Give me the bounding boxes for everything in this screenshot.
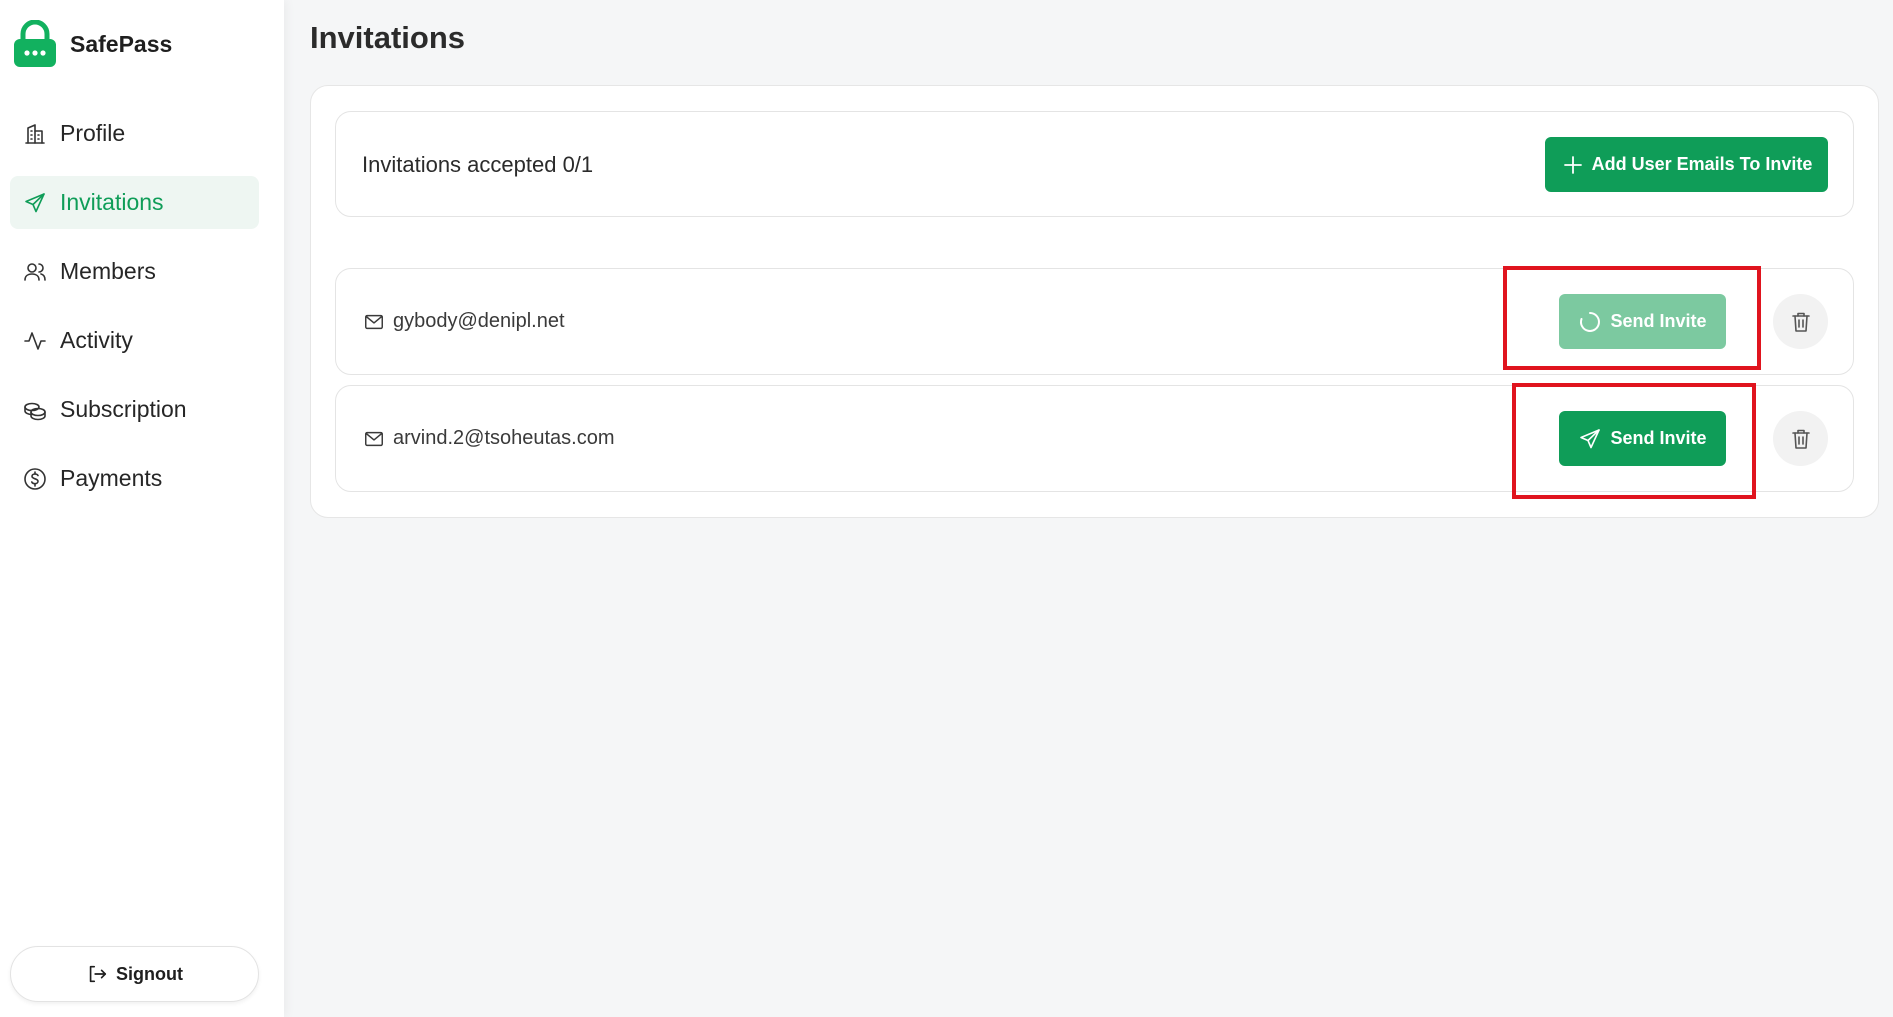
- trash-icon: [1791, 429, 1810, 449]
- activity-icon: [24, 331, 46, 350]
- sidebar-nav: Profile Invitations Members Activity Sub…: [10, 107, 259, 521]
- sidebar-item-profile[interactable]: Profile: [10, 107, 259, 160]
- signout-button[interactable]: Signout: [10, 946, 259, 1002]
- add-user-emails-button[interactable]: Add User Emails To Invite: [1545, 137, 1828, 192]
- building-icon: [25, 123, 45, 144]
- sidebar-item-subscription[interactable]: Subscription: [10, 383, 259, 436]
- trash-icon: [1791, 312, 1810, 332]
- sidebar-item-label: Activity: [60, 327, 133, 353]
- sidebar-item-label: Profile: [60, 120, 126, 146]
- delete-invite-button[interactable]: [1773, 294, 1828, 349]
- invite-email-text: gybody@denipl.net: [393, 310, 565, 332]
- invite-row: arvind.2@tsoheutas.com Send Invite: [335, 385, 1854, 492]
- lock-icon: [14, 20, 56, 67]
- plus-icon: [1563, 155, 1582, 174]
- log-out-icon: [89, 965, 107, 983]
- mail-icon: [365, 431, 383, 446]
- add-button-label: Add User Emails To Invite: [1591, 154, 1813, 174]
- sidebar-item-label: Invitations: [60, 189, 164, 215]
- send-icon: [1580, 428, 1601, 448]
- mail-icon: [365, 314, 383, 329]
- brand[interactable]: SafePass: [13, 20, 172, 68]
- accepted-count: Invitations accepted 0/1: [362, 152, 594, 177]
- invite-email: arvind.2@tsoheutas.com: [363, 386, 615, 491]
- sidebar-item-invitations[interactable]: Invitations: [10, 176, 259, 229]
- sidebar-item-activity[interactable]: Activity: [10, 314, 259, 367]
- invite-email: gybody@denipl.net: [363, 269, 565, 374]
- send-invite-label: Send Invite: [1610, 311, 1707, 331]
- sidebar-item-members[interactable]: Members: [10, 245, 259, 298]
- spinner-icon: [1580, 311, 1601, 332]
- signout-label: Signout: [116, 963, 183, 984]
- coins-icon: [24, 402, 46, 420]
- send-icon: [25, 192, 45, 212]
- send-invite-button[interactable]: Send Invite: [1559, 411, 1726, 466]
- users-icon: [24, 262, 46, 281]
- invite-email-text: arvind.2@tsoheutas.com: [393, 427, 615, 449]
- sidebar-item-label: Members: [60, 258, 156, 284]
- dollar-circle-icon: [24, 467, 46, 490]
- delete-invite-button[interactable]: [1773, 411, 1828, 466]
- sidebar-item-payments[interactable]: Payments: [10, 452, 259, 505]
- send-invite-label: Send Invite: [1610, 428, 1707, 448]
- sidebar-item-label: Payments: [60, 465, 163, 491]
- invite-row: gybody@denipl.net Send Invite: [335, 268, 1854, 375]
- brand-name: SafePass: [70, 30, 173, 57]
- invitation-summary: Invitations accepted 0/1 Add User Emails…: [335, 111, 1854, 217]
- sidebar: SafePass Profile Invitations Members Act…: [0, 0, 284, 1017]
- page-title: Invitations: [310, 20, 466, 55]
- send-invite-button[interactable]: Send Invite: [1559, 294, 1726, 349]
- sidebar-item-label: Subscription: [60, 396, 187, 422]
